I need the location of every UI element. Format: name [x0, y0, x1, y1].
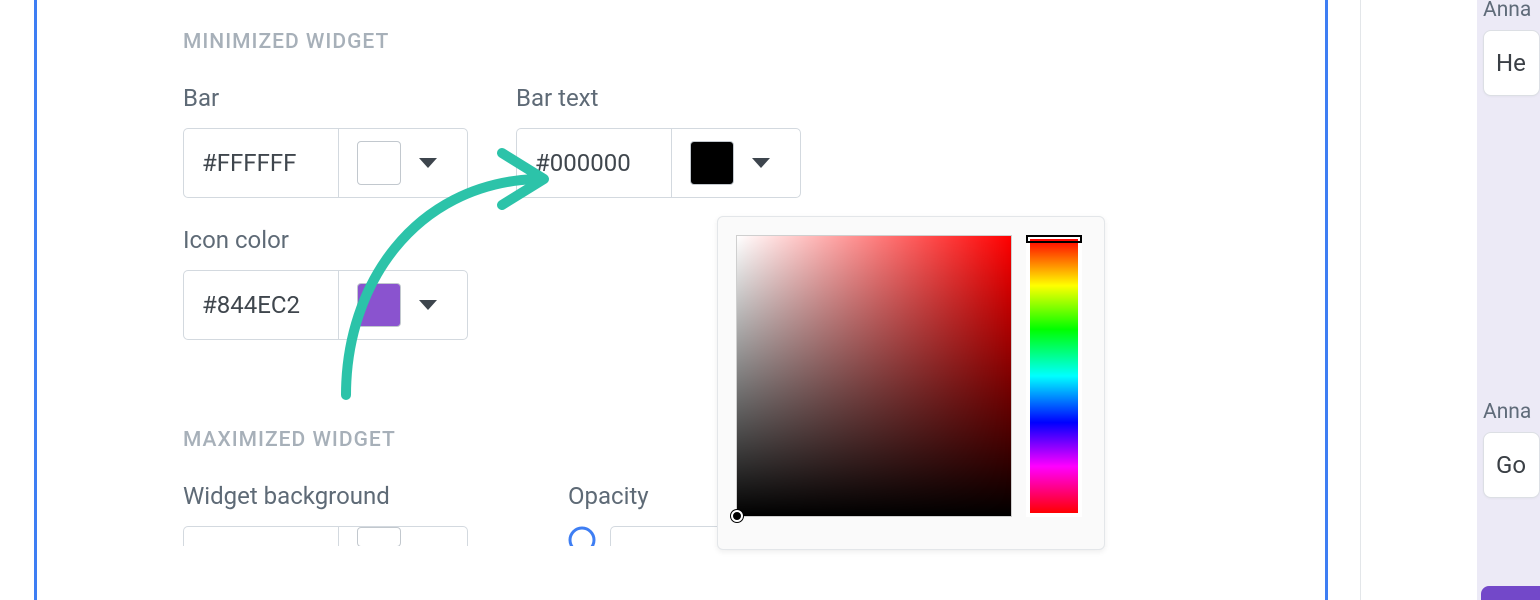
field-label: Bar	[183, 84, 468, 112]
message-author: Anna	[1483, 0, 1540, 22]
chat-message: Anna Go	[1477, 400, 1540, 498]
widget-header-bar-preview	[1481, 586, 1540, 600]
preview-gutter: Anna He Anna Go	[1360, 0, 1540, 600]
hue-slider-wrap	[1026, 235, 1082, 517]
hue-cursor-icon	[1026, 235, 1082, 243]
message-bubble: He	[1483, 30, 1540, 96]
bar-color-picker-button[interactable]	[338, 128, 468, 198]
field-bar-text-color: Bar text #000000	[516, 84, 801, 198]
field-bar-color: Bar #FFFFFF	[183, 84, 468, 198]
message-bubble: Go	[1483, 432, 1540, 498]
icon-color-input[interactable]: #844EC2	[183, 270, 338, 340]
color-swatch-icon	[357, 283, 401, 327]
radio-icon	[568, 526, 596, 546]
field-opacity: Opacity	[568, 482, 740, 546]
color-picker-popover	[717, 216, 1105, 550]
hue-slider[interactable]	[1030, 239, 1078, 513]
color-swatch-icon	[690, 141, 734, 185]
chevron-down-icon	[419, 158, 437, 168]
field-label: Widget background	[183, 482, 468, 510]
color-swatch-icon	[357, 527, 401, 547]
color-swatch-icon	[357, 141, 401, 185]
field-widget-background: Widget background	[183, 482, 468, 546]
section-heading-minimized: MINIMIZED WIDGET	[183, 30, 1325, 54]
field-label: Icon color	[183, 226, 468, 254]
field-icon-color: Icon color #844EC2	[183, 226, 468, 340]
bar-text-color-picker-button[interactable]	[671, 128, 801, 198]
chat-message: Anna He	[1477, 0, 1540, 96]
field-label: Bar text	[516, 84, 801, 112]
bar-color-input[interactable]: #FFFFFF	[183, 128, 338, 198]
bar-text-color-input[interactable]: #000000	[516, 128, 671, 198]
chevron-down-icon	[419, 300, 437, 310]
sv-cursor-icon	[731, 510, 743, 522]
field-label: Opacity	[568, 482, 740, 510]
widget-color-settings-panel: MINIMIZED WIDGET Bar #FFFFFF Bar text #0…	[34, 0, 1328, 600]
widget-bg-color-picker-button[interactable]	[338, 526, 468, 546]
chat-preview-panel: Anna He Anna Go	[1477, 0, 1540, 600]
saturation-value-field[interactable]	[736, 235, 1012, 517]
widget-bg-color-input[interactable]	[183, 526, 338, 546]
icon-color-picker-button[interactable]	[338, 270, 468, 340]
message-author: Anna	[1483, 400, 1540, 424]
chevron-down-icon	[752, 158, 770, 168]
